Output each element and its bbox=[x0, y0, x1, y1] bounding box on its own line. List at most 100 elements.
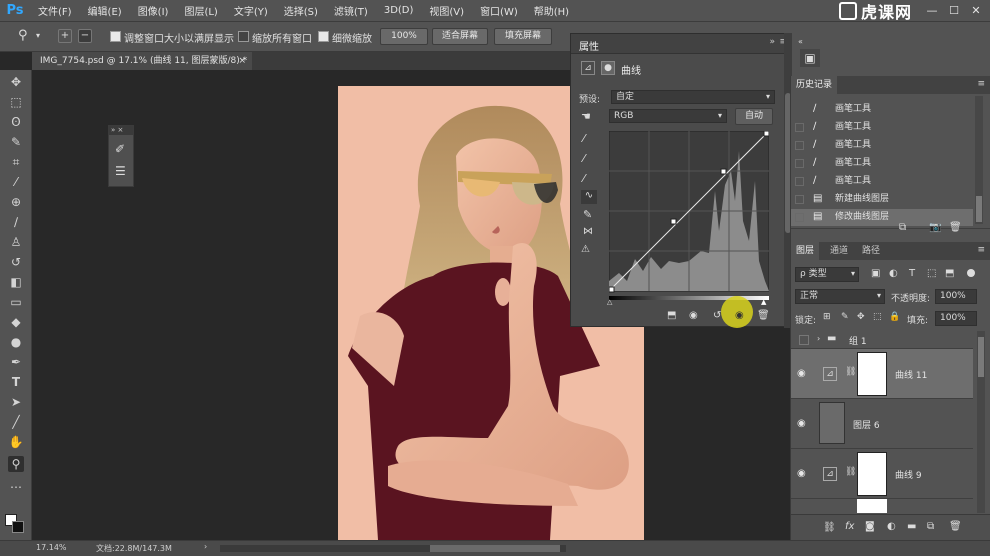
menu-window[interactable]: 窗口(W) bbox=[472, 3, 526, 18]
line-tool-icon[interactable]: ╱ bbox=[8, 414, 24, 430]
layer-row[interactable]: ◉ ⊿ ⛓ 曲线 9 bbox=[791, 449, 973, 499]
eyedropper-tool-icon[interactable]: ⁄ bbox=[8, 174, 24, 190]
add-mask-icon[interactable]: ◙ bbox=[865, 521, 875, 532]
history-panel-icon[interactable]: ▣ bbox=[800, 49, 820, 67]
document-tab[interactable]: IMG_7754.psd @ 17.1% (曲线 11, 图层蒙版/8) * × bbox=[32, 52, 252, 70]
new-document-from-state-icon[interactable]: ⧉ bbox=[899, 222, 906, 233]
scrollbar-thumb[interactable] bbox=[978, 337, 984, 377]
history-item[interactable]: ∕ 画笔工具 bbox=[791, 119, 973, 136]
on-image-adjust-icon[interactable]: ☚ bbox=[581, 110, 591, 123]
menu-file[interactable]: 文件(F) bbox=[30, 3, 80, 18]
history-item[interactable]: ∕ 画笔工具 bbox=[791, 137, 973, 154]
menu-type[interactable]: 文字(Y) bbox=[226, 3, 276, 18]
layer-style-icon[interactable]: fx bbox=[845, 521, 854, 532]
fill-input[interactable]: 100% bbox=[935, 311, 977, 326]
eye-icon[interactable]: ◉ bbox=[797, 469, 811, 479]
link-layers-icon[interactable]: ⛓ bbox=[823, 522, 836, 533]
visibility-toggle-icon[interactable]: ◉ bbox=[735, 310, 744, 321]
white-slider-icon[interactable]: ▲ bbox=[761, 298, 766, 306]
lock-transparent-icon[interactable]: ⊞ bbox=[823, 312, 831, 322]
channel-select[interactable]: RGB ▾ bbox=[609, 109, 727, 123]
history-item[interactable]: ∕ 画笔工具 bbox=[791, 155, 973, 172]
smooth-curve-icon[interactable]: ⋈ bbox=[583, 226, 593, 237]
filter-toggle-icon[interactable] bbox=[967, 269, 975, 277]
tab-paths[interactable]: 路径 bbox=[857, 242, 885, 260]
pen-tool-icon[interactable]: ✒ bbox=[8, 354, 24, 370]
layer-thumbnail[interactable] bbox=[819, 402, 845, 444]
lasso-tool-icon[interactable]: ʘ bbox=[8, 114, 24, 130]
path-select-tool-icon[interactable]: ➤ bbox=[8, 394, 24, 410]
filter-adjustment-icon[interactable]: ◐ bbox=[889, 268, 898, 279]
eraser-tool-icon[interactable]: ◧ bbox=[8, 274, 24, 290]
clipping-warning-icon[interactable]: ⚠ bbox=[581, 244, 590, 255]
layer-row[interactable]: ◉ 图层 6 bbox=[791, 399, 973, 449]
layer-mask-thumbnail[interactable] bbox=[857, 352, 887, 396]
pencil-draw-icon[interactable]: ✎ bbox=[583, 208, 592, 221]
snapshot-camera-icon[interactable]: 📷 bbox=[929, 222, 941, 233]
close-icon[interactable]: × bbox=[238, 52, 246, 70]
type-tool-icon[interactable]: T bbox=[8, 374, 24, 390]
history-scrollbar[interactable] bbox=[975, 96, 983, 224]
lock-position-icon[interactable]: ✥ bbox=[857, 312, 865, 322]
marquee-tool-icon[interactable]: ⬚ bbox=[8, 94, 24, 110]
close-window-icon[interactable]: ✕ bbox=[968, 3, 984, 19]
zoom-100-button[interactable]: 100% bbox=[380, 28, 428, 45]
preset-select[interactable]: 自定 ▾ bbox=[611, 90, 775, 104]
minimize-icon[interactable]: — bbox=[924, 3, 940, 19]
chevron-down-icon[interactable]: ▾ bbox=[36, 31, 40, 40]
zoom-out-icon[interactable]: − bbox=[78, 29, 92, 43]
new-adjustment-icon[interactable]: ◐ bbox=[887, 521, 896, 532]
layer-mask-thumbnail[interactable] bbox=[857, 452, 887, 496]
filter-pixel-icon[interactable]: ▣ bbox=[871, 268, 880, 279]
menu-select[interactable]: 选择(S) bbox=[276, 3, 326, 18]
quick-select-tool-icon[interactable]: ✎ bbox=[8, 134, 24, 150]
black-point-eyedropper-icon[interactable]: ⁄ bbox=[583, 132, 585, 145]
opacity-input[interactable]: 100% bbox=[935, 289, 977, 304]
history-item[interactable]: ∕ 画笔工具 bbox=[791, 101, 973, 118]
layer-filter-select[interactable]: ρ 类型 ▾ bbox=[795, 267, 859, 282]
clip-to-layer-icon[interactable]: ⬒ bbox=[667, 310, 676, 321]
layer-mask-icon[interactable]: ● bbox=[601, 61, 615, 75]
menu-help[interactable]: 帮助(H) bbox=[526, 3, 577, 18]
mini-panel-header[interactable]: » × bbox=[109, 126, 133, 135]
collapse-icon[interactable]: « bbox=[798, 37, 803, 46]
status-menu-arrow-icon[interactable]: › bbox=[204, 542, 207, 551]
menu-edit[interactable]: 编辑(E) bbox=[80, 3, 130, 18]
history-brush-tool-icon[interactable]: ↺ bbox=[8, 254, 24, 270]
curve-points-icon[interactable]: ∿ bbox=[581, 190, 597, 204]
brush-preset-icon[interactable]: ✐ bbox=[115, 142, 125, 156]
panel-menu-icon[interactable]: ≡ bbox=[977, 245, 985, 255]
expand-arrow-icon[interactable]: › bbox=[817, 334, 820, 343]
scrubby-zoom-checkbox[interactable] bbox=[318, 31, 329, 42]
layer-row-group[interactable]: › ▬ 组 1 bbox=[791, 331, 973, 349]
hand-tool-icon[interactable]: ✋ bbox=[8, 434, 24, 450]
menu-3d[interactable]: 3D(D) bbox=[376, 5, 422, 16]
tab-layers[interactable]: 图层 bbox=[791, 242, 820, 260]
view-previous-icon[interactable]: ◉ bbox=[689, 310, 698, 321]
trash-icon[interactable]: 🗑 bbox=[949, 521, 962, 532]
history-snapshot-checkbox[interactable] bbox=[795, 141, 804, 150]
blend-mode-select[interactable]: 正常 ▾ bbox=[795, 289, 885, 304]
status-zoom[interactable]: 17.14% bbox=[36, 543, 67, 552]
history-item[interactable]: ▤ 新建曲线图层 bbox=[791, 191, 973, 208]
menu-view[interactable]: 视图(V) bbox=[421, 3, 472, 18]
delete-adjustment-icon[interactable]: 🗑 bbox=[757, 310, 770, 321]
auto-button[interactable]: 自动 bbox=[735, 108, 773, 125]
fill-screen-button[interactable]: 填充屏幕 bbox=[494, 28, 552, 45]
horizontal-scrollbar[interactable] bbox=[220, 545, 566, 552]
panel-menu-icon[interactable]: ≡ bbox=[977, 79, 985, 89]
visibility-box[interactable] bbox=[799, 335, 809, 345]
black-slider-icon[interactable]: △ bbox=[607, 298, 612, 306]
menu-layer[interactable]: 图层(L) bbox=[176, 3, 225, 18]
history-item[interactable]: ∕ 画笔工具 bbox=[791, 173, 973, 190]
layer-row-selected[interactable]: ◉ ⊿ ⛓ 曲线 11 bbox=[791, 349, 973, 399]
link-icon[interactable]: ⛓ bbox=[845, 367, 856, 377]
filter-type-icon[interactable]: T bbox=[909, 268, 915, 279]
history-item-selected[interactable]: ▤ 修改曲线图层 bbox=[791, 209, 973, 226]
brush-tool-icon[interactable]: ∕ bbox=[8, 214, 24, 230]
fit-screen-button[interactable]: 适合屏幕 bbox=[432, 28, 488, 45]
eye-icon[interactable]: ◉ bbox=[797, 419, 811, 429]
curves-adjust-icon[interactable]: ⊿ bbox=[581, 61, 595, 75]
maximize-icon[interactable]: ☐ bbox=[946, 3, 962, 19]
link-icon[interactable]: ⛓ bbox=[845, 467, 856, 477]
